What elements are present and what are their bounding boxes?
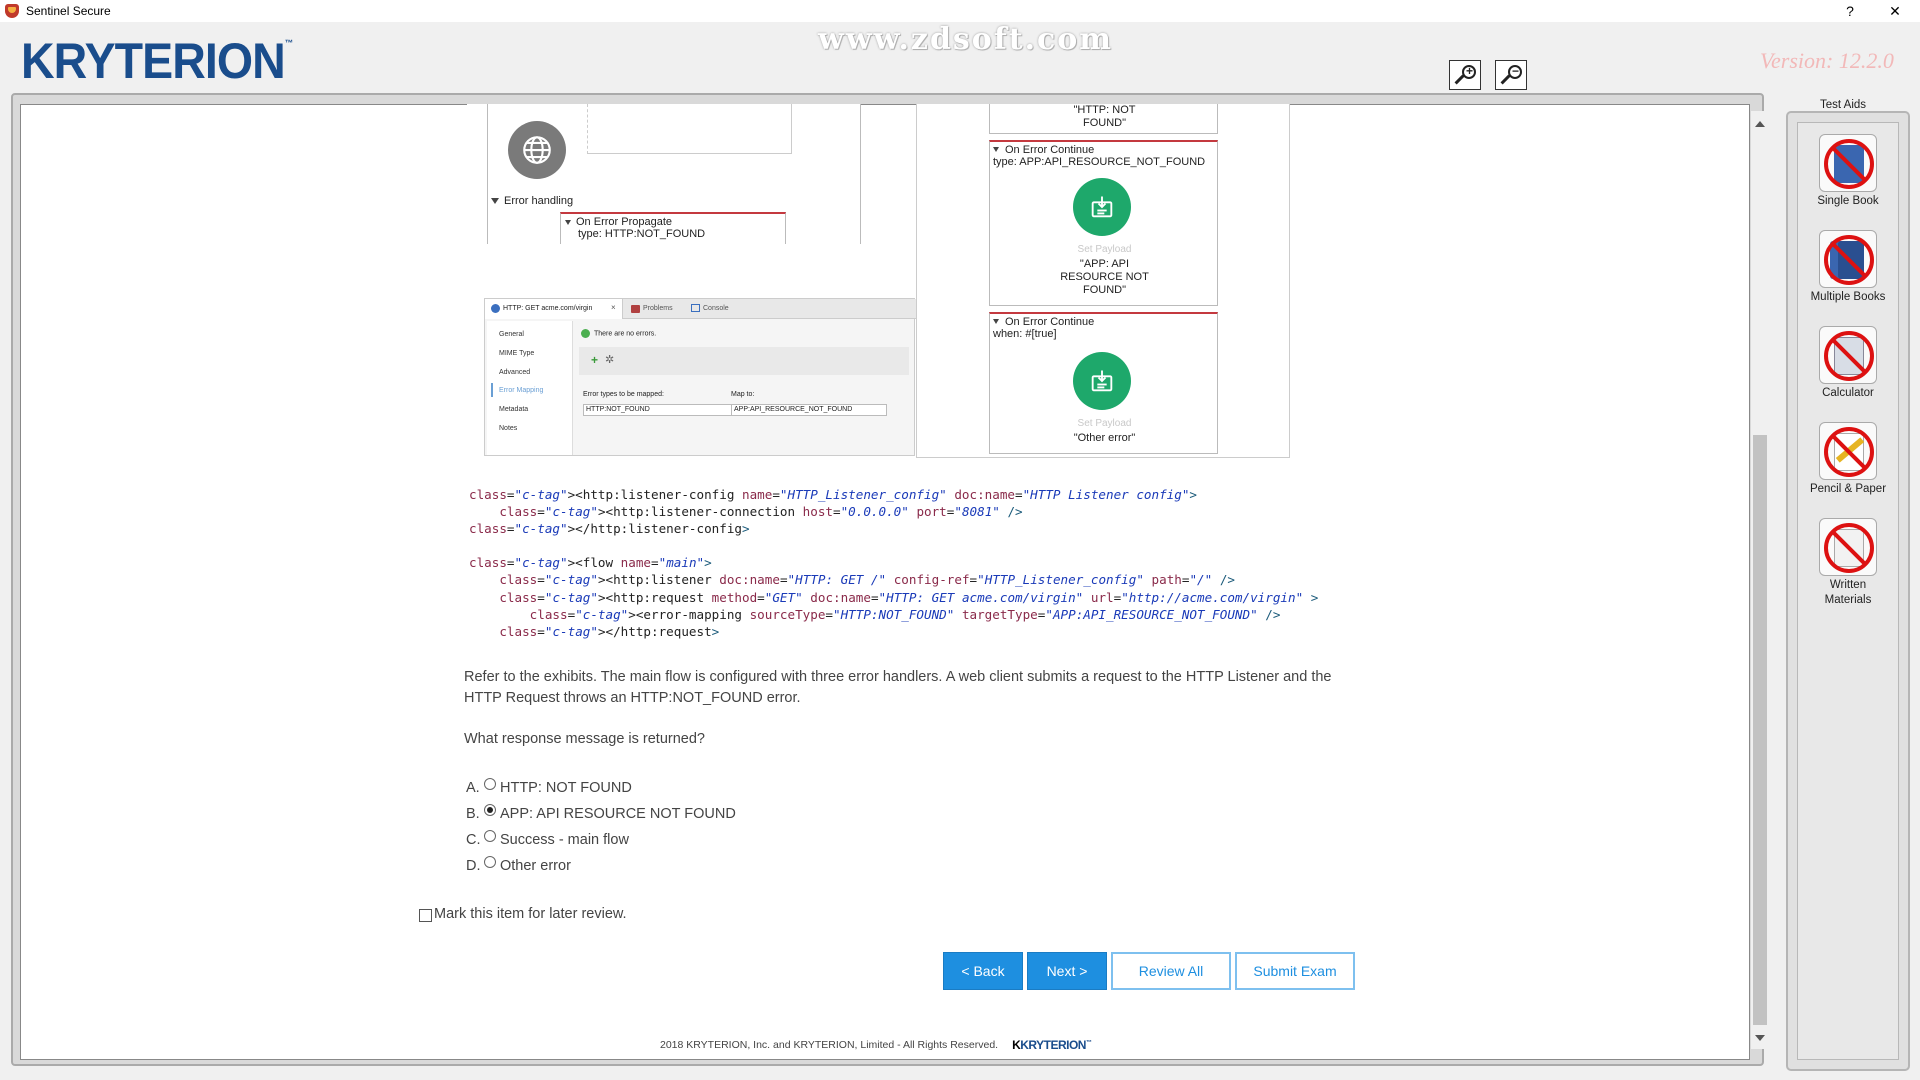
flow-connector-box bbox=[587, 104, 792, 154]
collapse-triangle-icon bbox=[491, 198, 499, 205]
written-materials-icon bbox=[1819, 518, 1877, 576]
scroll-up-icon[interactable] bbox=[1755, 121, 1765, 127]
footer-logo: KKRYTERION™ bbox=[1012, 1038, 1092, 1052]
collapse-triangle-icon bbox=[565, 219, 571, 225]
code-line: class="c-tag"><http:listener-connection … bbox=[499, 504, 1023, 520]
kryterion-logo: KRYTERION™ bbox=[21, 33, 294, 89]
aid-single-book[interactable]: Single Book bbox=[1799, 134, 1897, 209]
watermark-text: www.zdsoft.com bbox=[818, 22, 1114, 57]
no-errors-status: There are no errors. bbox=[581, 329, 656, 338]
code-line: class="c-tag"></http:request> bbox=[499, 623, 720, 639]
map-to-field: APP:API_RESOURCE_NOT_FOUND bbox=[731, 404, 887, 416]
question-text: Refer to the exhibits. The main flow is … bbox=[464, 669, 1332, 706]
aid-pencil-paper[interactable]: Pencil & Paper bbox=[1799, 422, 1897, 497]
book-icon bbox=[1819, 134, 1877, 192]
window-title: Sentinel Secure bbox=[26, 4, 111, 18]
help-button[interactable]: ? bbox=[1830, 0, 1870, 22]
add-icon: + bbox=[591, 353, 599, 367]
code-line: class="c-tag"><error-mapping sourceType=… bbox=[529, 606, 1281, 622]
copyright-text: 2018 KRYTERION, Inc. and KRYTERION, Limi… bbox=[660, 1039, 999, 1051]
answer-option-d[interactable]: D. Other error bbox=[466, 856, 571, 876]
check-icon bbox=[581, 329, 590, 338]
tab-http-get: HTTP: GET acme.com/virgin bbox=[503, 305, 593, 312]
handler-2-box: On Error Continue type: APP:API_RESOURCE_… bbox=[989, 140, 1218, 306]
code-line: class="c-tag"><http:request method="GET"… bbox=[499, 589, 1319, 605]
mapping-toolbar: + ✲ bbox=[579, 347, 909, 375]
answer-option-c[interactable]: C. Success - main flow bbox=[466, 830, 629, 850]
radio-button[interactable] bbox=[484, 778, 496, 790]
scroll-thumb[interactable] bbox=[1753, 435, 1767, 1025]
collapse-triangle-icon bbox=[993, 319, 999, 324]
sentinel-shield-icon bbox=[5, 4, 19, 18]
zoom-in-button[interactable]: + bbox=[1449, 60, 1481, 90]
aid-written-materials[interactable]: Written Materials bbox=[1799, 518, 1897, 608]
exhibit-flow-diagram: Error handling On Error Propagate type: … bbox=[467, 104, 861, 244]
wrench-icon: ✲ bbox=[605, 354, 615, 366]
mark-for-review[interactable]: Mark this item for later review. bbox=[419, 906, 627, 922]
code-line: class="c-tag"><http:listener doc:name="H… bbox=[499, 572, 1235, 588]
next-button[interactable]: Next > bbox=[1027, 952, 1107, 990]
aid-multiple-books[interactable]: Multiple Books bbox=[1799, 230, 1897, 305]
globe-icon bbox=[508, 121, 566, 179]
radio-button-selected[interactable] bbox=[484, 804, 496, 816]
pencil-paper-icon bbox=[1819, 422, 1877, 480]
tab-console: Console bbox=[703, 305, 729, 312]
error-type-field: HTTP:NOT_FOUND bbox=[583, 404, 735, 416]
question-prompt: What response message is returned? bbox=[464, 731, 705, 747]
review-all-button[interactable]: Review All bbox=[1111, 952, 1231, 990]
back-button[interactable]: < Back bbox=[943, 952, 1023, 990]
handler-3-box: On Error Continue when: #[true] Set Paylo… bbox=[989, 312, 1218, 454]
set-payload-icon bbox=[1073, 178, 1131, 236]
set-payload-icon bbox=[1073, 352, 1131, 410]
review-checkbox[interactable] bbox=[419, 909, 432, 922]
answer-option-a[interactable]: A. HTTP: NOT FOUND bbox=[466, 778, 632, 798]
collapse-triangle-icon bbox=[993, 147, 999, 152]
xml-code-exhibit: class="c-tag"><http:listener-config name… bbox=[469, 486, 1318, 640]
radio-button[interactable] bbox=[484, 830, 496, 842]
panel-tabs: HTTP: GET acme.com/virgin × Problems Con… bbox=[485, 299, 916, 319]
exhibit-error-handlers: "HTTP: NOT FOUND" On Error Continue type: … bbox=[916, 104, 1290, 458]
handler-1-box: "HTTP: NOT FOUND" bbox=[989, 104, 1218, 134]
tab-problems: Problems bbox=[643, 305, 673, 312]
on-error-propagate-box: On Error Propagate type: HTTP:NOT_FOUND bbox=[560, 212, 786, 244]
vertical-scrollbar[interactable] bbox=[1751, 111, 1769, 1049]
close-window-button[interactable]: ✕ bbox=[1875, 0, 1915, 22]
submit-exam-button[interactable]: Submit Exam bbox=[1235, 952, 1355, 990]
window-titlebar: Sentinel Secure ? ✕ bbox=[0, 0, 1920, 22]
panel-main: There are no errors. + ✲ Error types to b… bbox=[575, 321, 913, 455]
scroll-down-icon[interactable] bbox=[1755, 1035, 1765, 1041]
app-header: KRYTERION™ www.zdsoft.com + − Version: 1… bbox=[0, 22, 1920, 96]
calculator-icon bbox=[1819, 326, 1877, 384]
panel-nav: General MIME Type Advanced Error Mapping… bbox=[487, 321, 573, 455]
exhibit-config-panel: HTTP: GET acme.com/virgin × Problems Con… bbox=[484, 298, 916, 456]
version-label: Version: 12.2.0 bbox=[1760, 48, 1894, 73]
test-aids-title: Test Aids bbox=[1820, 99, 1867, 111]
code-line: class="c-tag"><http:listener-config name… bbox=[469, 487, 1197, 502]
code-line: class="c-tag"></http:listener-config> bbox=[469, 521, 750, 537]
error-handling-label: Error handling bbox=[491, 195, 573, 207]
footer: 2018 KRYTERION, Inc. and KRYTERION, Limi… bbox=[660, 1038, 1092, 1052]
zoom-out-button[interactable]: − bbox=[1495, 60, 1527, 90]
aid-calculator[interactable]: Calculator bbox=[1799, 326, 1897, 401]
radio-button[interactable] bbox=[484, 856, 496, 868]
books-icon bbox=[1819, 230, 1877, 288]
answer-option-b[interactable]: B. APP: API RESOURCE NOT FOUND bbox=[466, 804, 736, 824]
code-line: class="c-tag"><flow name="main"> bbox=[469, 555, 712, 571]
